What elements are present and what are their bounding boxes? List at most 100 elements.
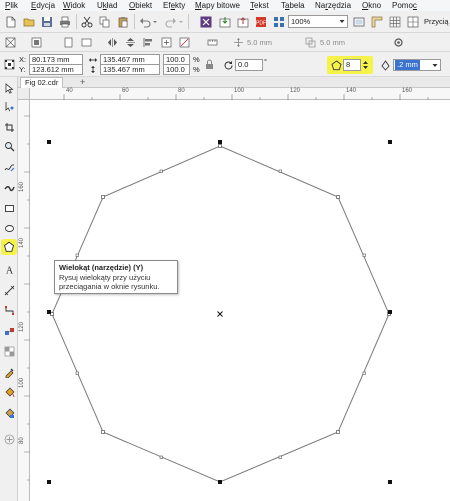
ruler-label: 100 [19,377,25,388]
parallel-dimension-tool-icon[interactable] [3,284,15,296]
menu-tekst[interactable]: Tekst [250,0,269,11]
import-icon[interactable] [218,15,232,29]
units-icon[interactable] [206,36,219,49]
show-rulers-icon[interactable] [370,15,384,29]
ruler-label: 140 [19,237,25,248]
connector-tool-icon[interactable] [3,304,15,316]
menu-pomoc[interactable]: Pomoc [392,0,417,11]
menu-uklad[interactable]: Układ [97,0,117,11]
menu-efekty[interactable]: Efekty [163,0,185,11]
text-tool-icon[interactable]: A [3,263,15,275]
snap-to-icon[interactable] [406,15,420,29]
landscape-icon[interactable] [80,36,93,49]
nudge-distance-icon[interactable] [232,36,245,49]
object-size-icon[interactable] [30,36,43,49]
menu-tabela[interactable]: Tabela [281,0,305,11]
duplicate-distance-value[interactable]: 5.0 mm [320,38,345,48]
duplicate-distance-icon[interactable] [304,36,317,49]
polygon-tool-tooltip: Wielokąt (narzędzie) (Y) Rysuj wielokąty… [54,260,178,294]
distribute-icon[interactable] [160,36,173,49]
tooltip-title: Wielokąt (narzędzie) (Y) [59,263,144,272]
mirror-horizontal-icon[interactable] [106,36,119,49]
sides-stepper-icon[interactable] [362,59,369,71]
copy-icon[interactable] [98,15,112,29]
zoom-level-value: 100% [291,17,311,26]
ruler-label: 80 [178,88,185,94]
show-grid-icon[interactable] [388,15,402,29]
outline-width-value: .2 mm [395,60,420,70]
menu-okno[interactable]: Okno [362,0,381,11]
interactive-effects-tool-icon[interactable] [3,325,15,337]
transform-icon[interactable] [178,36,191,49]
standard-toolbar: PDF 100% Przycią [0,11,450,33]
ruler-label: 160 [402,88,413,94]
snap-to-label[interactable]: Przycią [424,17,449,27]
outline-width-select[interactable]: .2 mm [393,59,441,71]
vertical-ruler[interactable]: 160 140 120 100 80 [18,100,30,501]
save-icon[interactable] [40,15,54,29]
fill-tool-icon[interactable] [3,386,15,398]
scale-y-field[interactable]: 100.0 [163,64,190,75]
new-document-icon[interactable] [4,15,18,29]
lock-ratio-icon[interactable] [204,59,214,70]
zoom-level-select[interactable]: 100% [288,15,348,28]
redo-dropdown-icon[interactable] [178,15,184,29]
menu-mapy-bitowe[interactable]: Mapy bitowe [195,0,240,11]
selection-handles [47,140,392,484]
export-icon[interactable] [236,15,250,29]
ruler-origin[interactable] [18,88,30,100]
toolbox: A [0,77,18,501]
add-tool-icon[interactable] [3,433,15,445]
menu-widok[interactable]: Widok [63,0,85,11]
redo-icon[interactable] [164,15,178,29]
transparency-tool-icon[interactable] [3,345,15,357]
object-origin-icon[interactable] [3,58,16,71]
paste-icon[interactable] [116,15,130,29]
drawing-canvas[interactable] [31,101,450,501]
ruler-label: 140 [346,88,357,94]
options-icon[interactable] [392,36,405,49]
align-icon[interactable] [142,36,155,49]
scale-y-percent: % [193,65,200,74]
polygon-tool-icon[interactable] [1,239,17,255]
mirror-vertical-icon[interactable] [124,36,137,49]
property-bar-top: 5.0 mm 5.0 mm [0,33,450,52]
cut-icon[interactable] [80,15,94,29]
menu-obiekt[interactable]: Obiekt [129,0,152,11]
publish-pdf-icon[interactable]: PDF [254,15,268,29]
open-folder-icon[interactable] [22,15,36,29]
menu-edycja[interactable]: Edycja [31,0,55,11]
portrait-icon[interactable] [62,36,75,49]
eyedropper-tool-icon[interactable] [3,366,15,378]
full-screen-preview-icon[interactable] [352,15,366,29]
print-icon[interactable] [58,15,72,29]
document-tab[interactable]: Fig 02.cdr [20,77,64,88]
svg-text:A: A [5,265,13,275]
zoom-tool-icon[interactable] [3,140,15,152]
pick-tool-icon[interactable] [3,82,15,94]
menu-plik[interactable]: Plik [5,0,18,11]
crop-tool-icon[interactable] [3,121,15,133]
undo-icon[interactable] [138,15,152,29]
add-document-tab-button[interactable]: + [80,77,85,87]
undo-dropdown-icon[interactable] [152,15,158,29]
rectangle-tool-icon[interactable] [3,202,15,214]
smart-fill-tool-icon[interactable] [3,407,15,419]
artistic-media-tool-icon[interactable] [3,181,15,193]
height-icon [88,65,98,74]
application-launcher-icon[interactable] [272,15,286,29]
ellipse-tool-icon[interactable] [3,222,15,234]
y-position-field[interactable]: 123.612 mm [29,64,83,75]
corel-connect-icon[interactable] [199,15,213,29]
rotation-field[interactable]: 0.0 [235,59,263,71]
menu-narzedzia[interactable]: Narzędzia [315,0,351,11]
shape-tool-icon[interactable] [3,100,15,112]
ruler-label: 120 [290,88,301,94]
height-field[interactable]: 135.467 mm [100,64,160,75]
degree-symbol: ° [264,57,267,66]
nudge-distance-value[interactable]: 5.0 mm [247,38,272,48]
horizontal-ruler[interactable]: 40 60 80 100 120 140 160 [30,88,450,100]
polygon-sides-field[interactable]: 8 [343,59,361,71]
page-size-icon[interactable] [4,36,17,49]
freehand-tool-icon[interactable] [3,161,15,173]
